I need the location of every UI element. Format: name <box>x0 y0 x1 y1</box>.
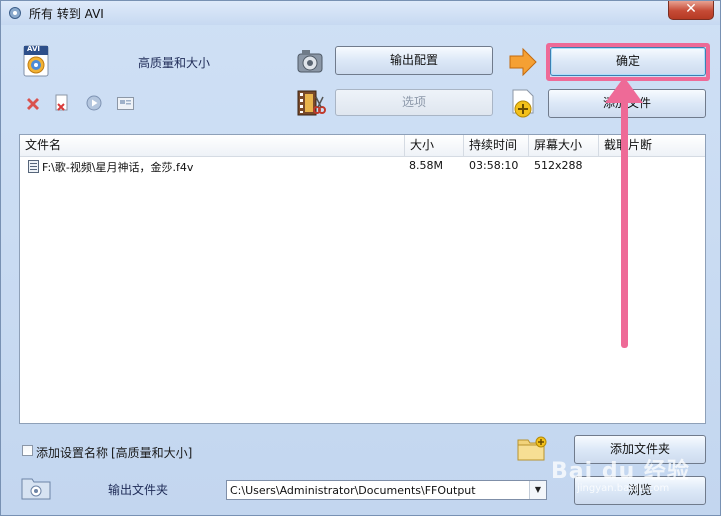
remove-icon[interactable] <box>25 96 41 112</box>
watermark-url: jingyan.baidu.com <box>577 483 670 494</box>
table-row[interactable]: F:\歌-视频\星月神话，金莎.f4v 8.58M 03:58:10 512x2… <box>20 157 705 175</box>
column-header-size[interactable]: 大小 <box>405 135 464 156</box>
app-icon <box>9 7 21 19</box>
play-preview-icon[interactable] <box>86 95 102 111</box>
cell-duration: 03:58:10 <box>469 159 519 172</box>
column-header-filename[interactable]: 文件名 <box>20 135 405 156</box>
output-config-icon[interactable] <box>295 46 325 76</box>
add-setting-name-label: 添加设置名称 <box>36 446 109 460</box>
clear-list-icon[interactable] <box>54 94 70 112</box>
chevron-down-icon[interactable]: ▼ <box>529 481 546 499</box>
annotation-arrow-head <box>605 77 643 103</box>
close-button[interactable]: ✕ <box>668 1 714 20</box>
convert-window: 所有 转到 AVI ✕ AVI 高质量和大小 输出配置 确定 选项 文件名 大小… <box>0 0 721 516</box>
options-label: 选项 <box>401 95 426 109</box>
cell-filename: F:\歌-视频\星月神话，金莎.f4v <box>42 161 194 174</box>
add-setting-name-checkbox[interactable] <box>22 445 33 456</box>
folder-add-icon[interactable] <box>517 434 547 462</box>
video-file-icon <box>28 160 39 173</box>
window-title: 所有 转到 AVI <box>29 7 104 21</box>
setting-name-value: [高质量和大小] <box>111 446 193 460</box>
quality-profile-label: 高质量和大小 <box>138 56 211 70</box>
options-button[interactable]: 选项 <box>335 89 493 116</box>
title-bar[interactable]: 所有 转到 AVI ✕ <box>1 1 720 25</box>
output-path-select[interactable]: C:\Users\Administrator\Documents\FFOutpu… <box>226 480 547 500</box>
output-path-value: C:\Users\Administrator\Documents\FFOutpu… <box>230 484 476 497</box>
output-config-label: 输出配置 <box>389 53 438 67</box>
add-file-icon[interactable] <box>510 89 536 119</box>
avi-format-badge: AVI <box>27 45 40 53</box>
column-header-clip[interactable]: 截取片断 <box>599 135 705 156</box>
output-folder-label: 输出文件夹 <box>108 483 169 497</box>
output-config-button[interactable]: 输出配置 <box>335 46 493 75</box>
close-icon: ✕ <box>685 1 697 17</box>
annotation-arrow-shaft <box>621 86 628 348</box>
column-header-duration[interactable]: 持续时间 <box>464 135 529 156</box>
file-list[interactable]: 文件名 大小 持续时间 屏幕大小 截取片断 F:\歌-视频\星月神话，金莎.f4… <box>19 134 706 424</box>
watermark-logo: Bai du 经验 <box>551 459 690 484</box>
column-header-screen-size[interactable]: 屏幕大小 <box>529 135 599 156</box>
output-folder-icon <box>21 476 51 500</box>
media-info-icon[interactable] <box>117 97 134 110</box>
film-scissors-icon[interactable] <box>296 89 326 117</box>
cell-screen-size: 512x288 <box>534 159 583 172</box>
annotation-highlight-box <box>546 43 710 81</box>
file-list-header: 文件名 大小 持续时间 屏幕大小 截取片断 <box>20 135 705 157</box>
cell-size: 8.58M <box>409 159 443 172</box>
avi-format-icon: AVI <box>23 45 49 77</box>
arrow-right-icon <box>508 47 538 77</box>
